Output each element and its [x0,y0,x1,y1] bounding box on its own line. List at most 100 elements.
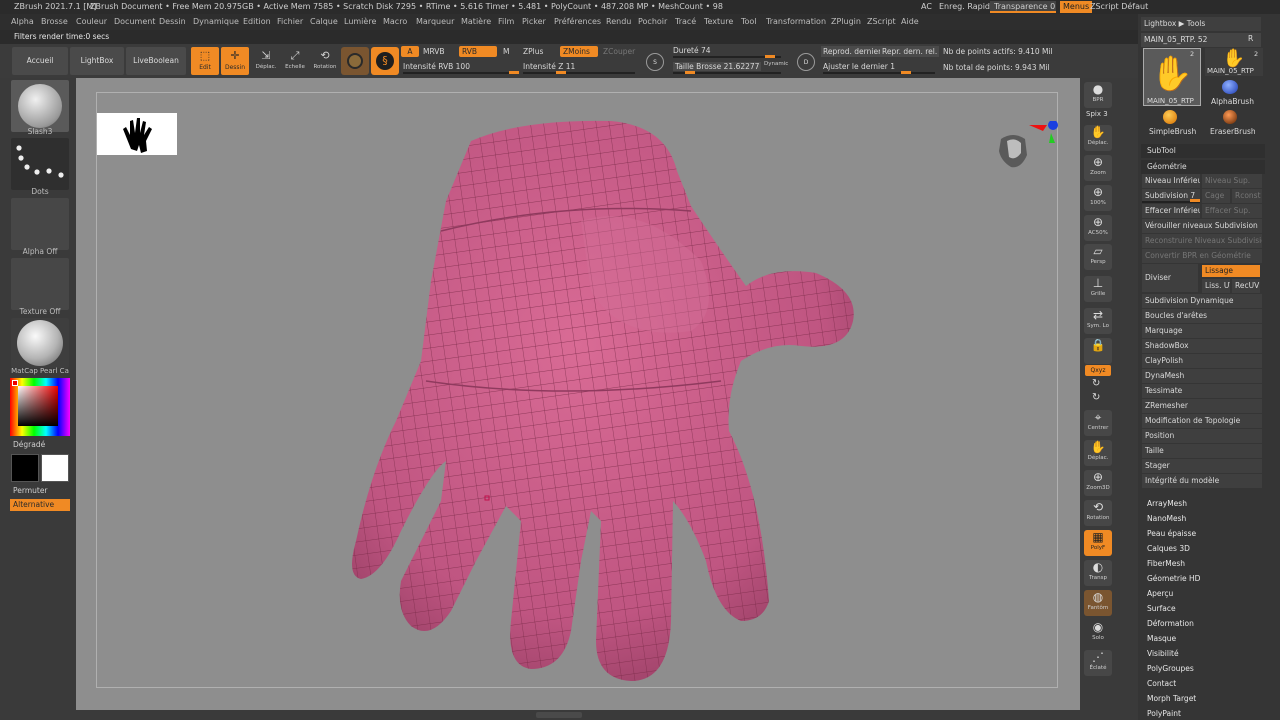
menu-movie[interactable]: Film [498,14,514,30]
subdivision-slider-knob[interactable] [1190,199,1200,202]
hardness-slider[interactable]: Dureté 74 [673,46,711,55]
scroll-button[interactable]: ✋ Déplac. [1084,125,1112,151]
menu-material[interactable]: Matière [461,14,491,30]
reconstruct-subdiv-button[interactable]: Reconstruire Niveaux Subdivision [1142,234,1262,248]
m-button[interactable]: M [503,47,509,56]
zadd-button[interactable]: ZPlus [523,47,543,56]
focal-shift-icon[interactable]: S [646,53,664,71]
actual-size-button[interactable]: ⊕ 100% [1084,185,1112,211]
z-intensity-slider[interactable]: Intensité Z 11 [523,62,575,71]
menu-zplugin[interactable]: ZPlugin [831,14,861,30]
color-picker[interactable] [10,378,70,436]
material-button[interactable] [341,47,369,75]
transparency-button[interactable]: ◐ Transp [1084,560,1112,586]
stroke-thumbnail[interactable] [11,138,69,190]
geometry-subpalette[interactable]: Tessimate [1142,384,1262,398]
menu-macro[interactable]: Macro [383,14,407,30]
menu-draw[interactable]: Dessin [159,14,186,30]
menu-color[interactable]: Couleur [76,14,107,30]
geometry-subpalette[interactable]: ZRemesher [1142,399,1262,413]
zoom3d-button[interactable]: ⊕ Zoom3D [1084,470,1112,496]
perspective-button[interactable]: ▱ Persp [1084,244,1112,270]
menu-file[interactable]: Fichier [277,14,303,30]
a-button[interactable]: A [401,46,419,57]
color-square[interactable] [18,386,58,426]
dynamic-toggle[interactable]: Dynamic [764,61,788,67]
quicksave-button[interactable]: Enreg. Rapide [939,0,995,14]
higher-res-button[interactable]: Niveau Sup. [1202,174,1262,188]
scale-button[interactable]: ⤢ Echelle [282,47,308,75]
tool-subpalette[interactable]: Surface [1147,604,1176,613]
menu-transform[interactable]: Transformation [766,14,826,30]
menu-render[interactable]: Rendu [606,14,631,30]
zcut-button[interactable]: ZCouper [603,47,635,56]
frame-button[interactable]: ⌖ Centrer [1084,410,1112,436]
transparency-slider[interactable]: Transparence 0 [990,1,1056,13]
alphabrush-label[interactable]: AlphaBrush [1211,97,1254,106]
menu-tool[interactable]: Tool [741,14,757,30]
alternate-button[interactable]: Alternative [10,499,70,511]
document-canvas[interactable] [96,92,1058,688]
menu-marker[interactable]: Marqueur [416,14,454,30]
geometry-subpalette[interactable]: Taille [1142,444,1262,458]
xpose-button[interactable]: ⋰ Éclaté [1084,650,1112,676]
rotate-view-button[interactable]: ⟲ Rotation [1084,500,1112,526]
local-symmetry-button[interactable]: ⇄ Sym. Lo [1084,308,1112,334]
primary-color-swatch[interactable] [11,454,39,482]
tool-subpalette[interactable]: ArrayMesh [1147,499,1187,508]
rconst-button[interactable]: Rconst [1232,189,1262,203]
simplebrush-icon[interactable] [1163,110,1177,124]
simplebrush-label[interactable]: SimpleBrush [1149,127,1196,136]
recuv-button[interactable]: RecUV [1232,279,1260,293]
secondary-color-swatch[interactable] [41,454,69,482]
menu-light[interactable]: Lumière [344,14,376,30]
menu-edit[interactable]: Edition [243,14,271,30]
tool-subpalette[interactable]: Masque [1147,634,1176,643]
bpr-button[interactable]: ● BPR [1084,82,1112,108]
geometry-subpalette[interactable]: Modification de Topologie [1142,414,1262,428]
tool-subpalette[interactable]: Déformation [1147,619,1194,628]
tool-subpalette[interactable]: NanoMesh [1147,514,1186,523]
texture-thumbnail[interactable] [11,258,69,310]
tool-subpalette[interactable]: PolyPaint [1147,709,1181,718]
lock-button[interactable]: 🔒 [1084,338,1112,364]
rvb-intensity-slider[interactable]: Intensité RVB 100 [403,62,470,71]
move-button[interactable]: ⇲ Déplac. [253,47,279,75]
rotate-y-icon[interactable]: ↻ [1092,378,1100,389]
liveboolean-button[interactable]: LiveBoolean [126,47,186,75]
move-view-button[interactable]: ✋ Déplac. [1084,440,1112,466]
tool-subpalette[interactable]: FiberMesh [1147,559,1185,568]
geometry-subpalette[interactable]: Intégrité du modèle [1142,474,1262,488]
freeze-subdiv-button[interactable]: Vérouiller niveaux Subdivision [1142,219,1262,233]
main-color-swatch[interactable] [12,380,18,386]
polyframe-button[interactable]: ▦ PolyF [1084,530,1112,556]
lightbox-tools-button[interactable]: Lightbox ▶ Tools [1141,17,1261,31]
ghost-button[interactable]: ◍ Fantôm [1084,590,1112,616]
edit-button[interactable]: ⬚ Edit [191,47,219,75]
eraserbrush-label[interactable]: EraserBrush [1210,127,1256,136]
tool-subpalette[interactable]: Morph Target [1147,694,1196,703]
menu-alpha[interactable]: Alpha [11,14,34,30]
menu-dynamics[interactable]: Dynamique [193,14,239,30]
redo-last-relative-button[interactable]: Repr. dern. rel. [880,46,940,57]
geometry-subpalette[interactable]: ShadowBox [1142,339,1262,353]
xyz-button[interactable]: Qxyz [1085,365,1111,376]
menu-stroke[interactable]: Tracé [675,14,696,30]
material-thumbnail[interactable] [11,318,69,368]
tool-subpalette[interactable]: Visibilité [1147,649,1179,658]
geometry-subpalette[interactable]: Boucles d'arêtes [1142,309,1262,323]
menus-button[interactable]: Menus [1060,1,1093,13]
switch-color-button[interactable]: Permuter [13,486,48,495]
tool-subpalette[interactable]: Peau épaisse [1147,529,1196,538]
current-tool-slider[interactable]: MAIN_05_RTP. 52 [1141,33,1261,47]
menu-picker[interactable]: Picker [522,14,546,30]
zscript-default-button[interactable]: ZScript Défaut [1090,0,1148,14]
tool-subpalette[interactable]: Aperçu [1147,589,1173,598]
rotate-button[interactable]: ⟲ Rotation [311,47,339,75]
menu-help[interactable]: Aide [901,14,919,30]
eraserbrush-icon[interactable] [1223,110,1237,124]
rvb-button[interactable]: RVB [459,46,497,57]
ac-label[interactable]: AC [921,0,932,14]
menu-document[interactable]: Document [114,14,155,30]
divide-button[interactable]: Diviser [1142,264,1198,292]
